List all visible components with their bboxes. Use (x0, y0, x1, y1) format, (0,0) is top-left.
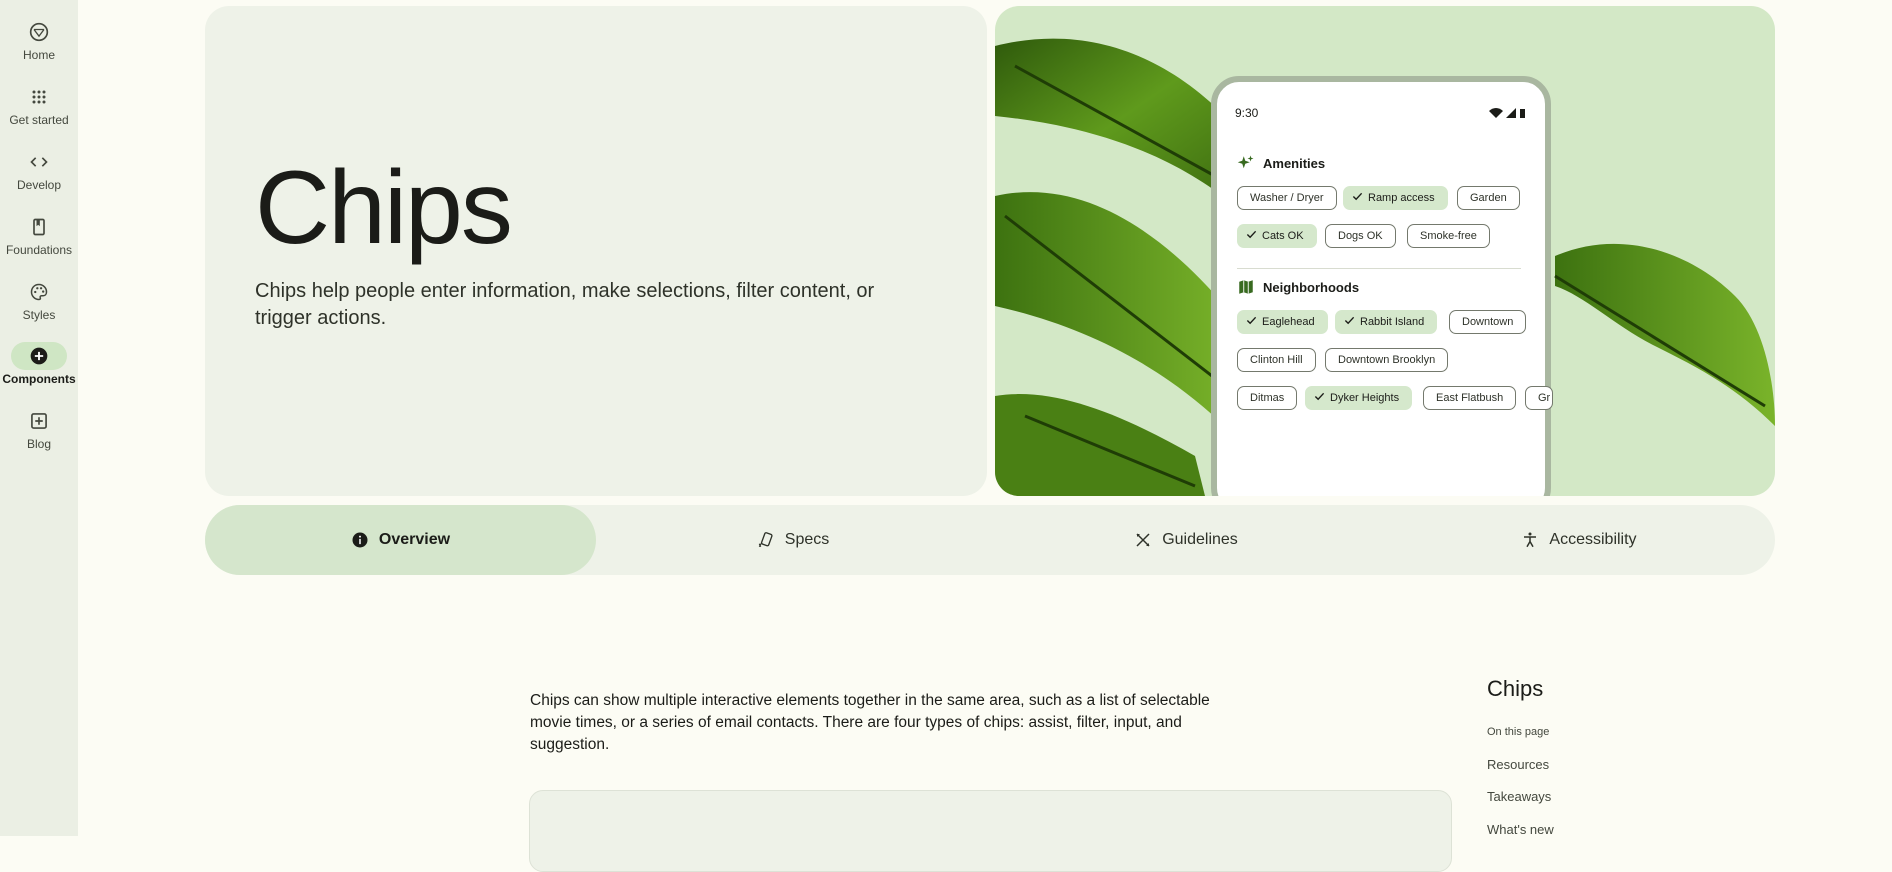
nav-label: Blog (26, 437, 52, 451)
toc-subtitle: On this page (1487, 726, 1550, 738)
code-icon (11, 148, 67, 176)
nav-label: Develop (16, 178, 62, 192)
tab-label: Specs (784, 531, 830, 548)
chip-label: Cats OK (1262, 230, 1304, 242)
tab-accessibility[interactable]: Accessibility (1383, 505, 1775, 575)
nav-label: Foundations (5, 243, 73, 257)
chip-label: Eaglehead (1262, 316, 1315, 328)
tab-label: Guidelines (1162, 531, 1238, 548)
chip-cats-ok[interactable]: Cats OK (1237, 224, 1317, 248)
check-icon (1352, 192, 1363, 201)
material-logo-icon (11, 18, 67, 46)
chip-label: Washer / Dryer (1250, 192, 1324, 204)
chip-label: Rabbit Island (1360, 316, 1425, 328)
nav-label: Home (22, 48, 55, 62)
toc-link-takeaways[interactable]: Takeaways (1487, 789, 1551, 804)
check-icon (1246, 230, 1257, 239)
nav-label: Components (2, 372, 76, 386)
chip-ditmas[interactable]: Ditmas (1237, 386, 1298, 410)
chip-label: Downtown Brooklyn (1338, 354, 1436, 366)
chip-eaglehead[interactable]: Eaglehead (1237, 310, 1328, 334)
neighborhoods-label: Neighborhoods (1263, 279, 1360, 295)
chip-rabbit-island[interactable]: Rabbit Island (1335, 310, 1438, 334)
nav-item-home[interactable]: Home (0, 18, 78, 62)
check-icon (1314, 392, 1325, 401)
chip-dogs-ok[interactable]: Dogs OK (1325, 224, 1396, 248)
demo-card (529, 790, 1452, 872)
status-icons (1487, 106, 1527, 124)
chip-label: Ditmas (1250, 392, 1285, 404)
nav-item-develop[interactable]: Develop (0, 148, 78, 192)
status-time: 9:30 (1235, 106, 1259, 120)
tab-specs[interactable]: Specs (597, 505, 989, 575)
toc-link-resources[interactable]: Resources (1487, 757, 1549, 772)
nav-item-blog[interactable]: Blog (0, 407, 78, 451)
phone-mockup: 9:30 Amenities Washer / Dryer Ramp acces… (1211, 76, 1554, 496)
page-title: Chips (255, 150, 513, 266)
apps-grid-icon (11, 83, 67, 111)
chip-gr[interactable]: Gr (1525, 386, 1554, 410)
nav-item-foundations[interactable]: Foundations (0, 213, 78, 257)
chip-dyker-heights[interactable]: Dyker Heights (1305, 386, 1413, 410)
nav-label: Styles (22, 308, 56, 322)
nav-label: Get started (9, 113, 69, 127)
chip-label: Clinton Hill (1250, 354, 1303, 366)
add-circle-icon (11, 342, 67, 370)
chip-label: Garden (1470, 192, 1507, 204)
chip-label: Dyker Heights (1330, 392, 1400, 404)
check-icon (1344, 316, 1355, 325)
hero-illustration: 9:30 Amenities Washer / Dryer Ramp acces… (995, 6, 1775, 496)
section-divider (1237, 268, 1521, 269)
tab-label: Accessibility (1549, 531, 1637, 548)
tab-guidelines[interactable]: Guidelines (990, 505, 1382, 575)
chip-downtown-brooklyn[interactable]: Downtown Brooklyn (1325, 348, 1449, 372)
guidelines-icon (1136, 533, 1150, 547)
chip-east-flatbush[interactable]: East Flatbush (1423, 386, 1517, 410)
info-icon (352, 532, 368, 548)
palette-icon (11, 278, 67, 306)
neighborhoods-section-title: Neighborhoods (1237, 278, 1359, 296)
nav-item-styles[interactable]: Styles (0, 278, 78, 322)
chip-label: Gr (1538, 392, 1551, 404)
chip-washer-dryer[interactable]: Washer / Dryer (1237, 186, 1337, 210)
tab-label: Overview (378, 531, 451, 548)
chip-label: Downtown (1462, 316, 1514, 328)
intro-paragraph: Chips can show multiple interactive elem… (530, 691, 1210, 753)
amenities-section-title: Amenities (1237, 154, 1325, 172)
chip-garden[interactable]: Garden (1457, 186, 1520, 210)
chip-label: East Flatbush (1436, 392, 1504, 404)
chip-ramp-access[interactable]: Ramp access (1343, 186, 1448, 210)
add-box-icon (11, 407, 67, 435)
accessibility-icon (1524, 532, 1537, 548)
toc-link-whats-new[interactable]: What's new (1487, 822, 1554, 837)
toc-title: Chips (1487, 676, 1544, 701)
map-icon (1239, 280, 1253, 294)
chip-label: Smoke-free (1420, 230, 1477, 242)
chip-downtown[interactable]: Downtown (1449, 310, 1527, 334)
chip-smoke-free[interactable]: Smoke-free (1407, 224, 1490, 248)
specs-icon (758, 532, 773, 548)
nav-item-components[interactable]: Components (0, 342, 78, 386)
hero-description: Chips help people enter information, mak… (255, 280, 875, 329)
chip-label: Ramp access (1368, 192, 1435, 204)
chip-label: Dogs OK (1338, 230, 1383, 242)
sparkle-icon (1237, 155, 1254, 169)
amenities-label: Amenities (1263, 155, 1326, 171)
book-icon (11, 213, 67, 241)
check-icon (1246, 316, 1257, 325)
chip-clinton-hill[interactable]: Clinton Hill (1237, 348, 1316, 372)
navigation-rail: Home Get started Develop Foundations Sty… (0, 0, 78, 836)
nav-item-get-started[interactable]: Get started (0, 83, 78, 127)
page-tabs: Overview Specs Guidelines Accessibility (205, 505, 1775, 575)
hero-text-panel: Chips Chips help people enter informatio… (205, 6, 987, 496)
tab-overview[interactable]: Overview (205, 505, 596, 575)
